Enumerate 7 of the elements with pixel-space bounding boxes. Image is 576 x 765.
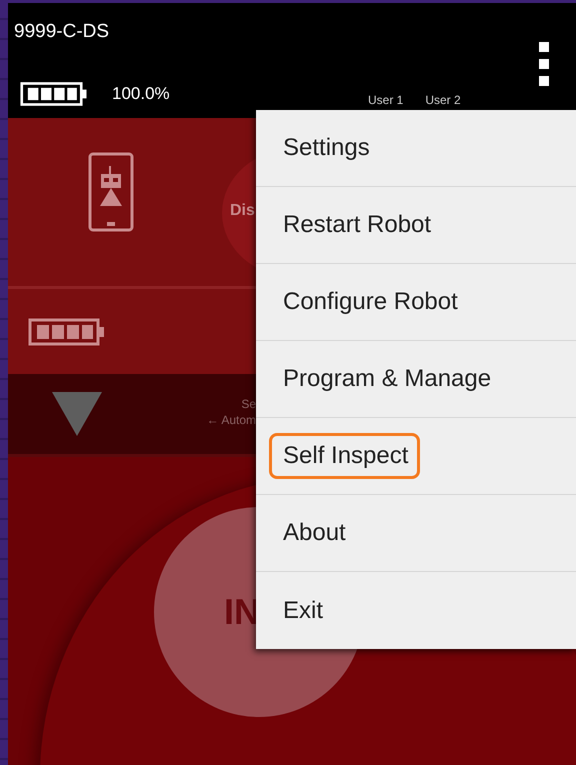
robot-status-text: Dis [230, 202, 255, 220]
user-label: User 2 [425, 93, 461, 107]
device-name: 9999-C-DS [14, 21, 110, 43]
selector-text: ← Autom [206, 412, 256, 428]
battery-reading: 100.0% [112, 84, 170, 104]
selector-text: Se [241, 396, 256, 412]
user-label: User 1 [368, 93, 404, 107]
